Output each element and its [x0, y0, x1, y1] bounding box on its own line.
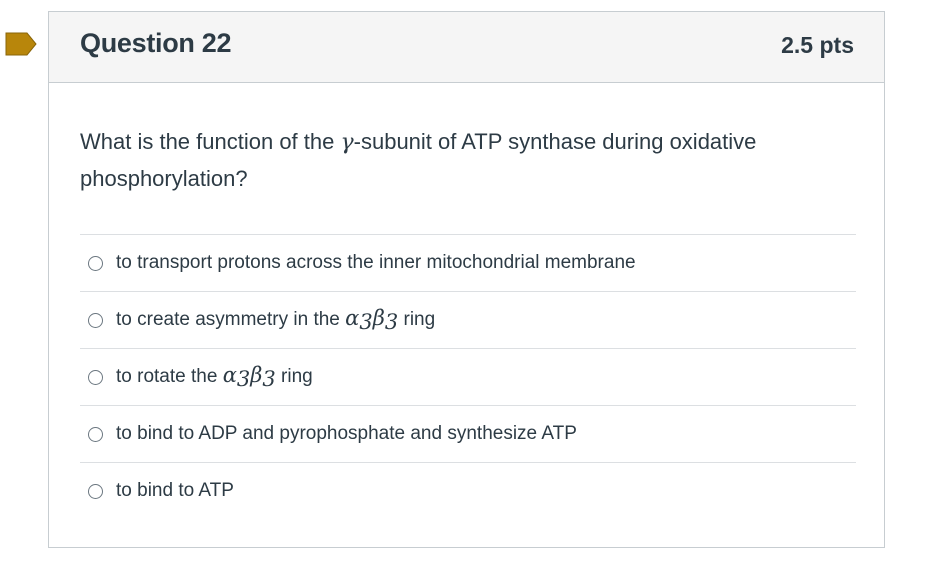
question-title: Question 22 [80, 28, 232, 58]
radio-button[interactable] [88, 483, 103, 499]
answer-label: to create asymmetry in the α3β3 ring [116, 306, 436, 334]
radio-button[interactable] [88, 426, 103, 442]
question-points: 2.5 pts [781, 32, 854, 58]
answer-label: to bind to ADP and pyrophosphate and syn… [116, 423, 577, 444]
question-card: Question 22 2.5 pts What is the function… [48, 11, 885, 548]
answer-option-5[interactable]: to bind to ATP [80, 462, 856, 519]
question-header: Question 22 2.5 pts [49, 12, 884, 83]
answer-option-3[interactable]: to rotate the α3β3 ring [80, 348, 856, 405]
answer-label: to transport protons across the inner mi… [116, 252, 636, 273]
radio-button[interactable] [88, 255, 103, 271]
question-text: What is the function of the γ-subunit of… [80, 129, 757, 191]
radio-button[interactable] [88, 312, 103, 328]
answer-option-1[interactable]: to transport protons across the inner mi… [80, 234, 856, 291]
answer-option-4[interactable]: to bind to ADP and pyrophosphate and syn… [80, 405, 856, 462]
answer-label: to rotate the α3β3 ring [116, 363, 313, 391]
gamma-symbol: γ [340, 130, 354, 155]
answer-label: to bind to ATP [116, 480, 234, 501]
radio-button[interactable] [88, 369, 103, 385]
question-flag-icon[interactable] [5, 32, 37, 56]
answer-option-2[interactable]: to create asymmetry in the α3β3 ring [80, 291, 856, 348]
answer-list: to transport protons across the inner mi… [80, 234, 856, 519]
